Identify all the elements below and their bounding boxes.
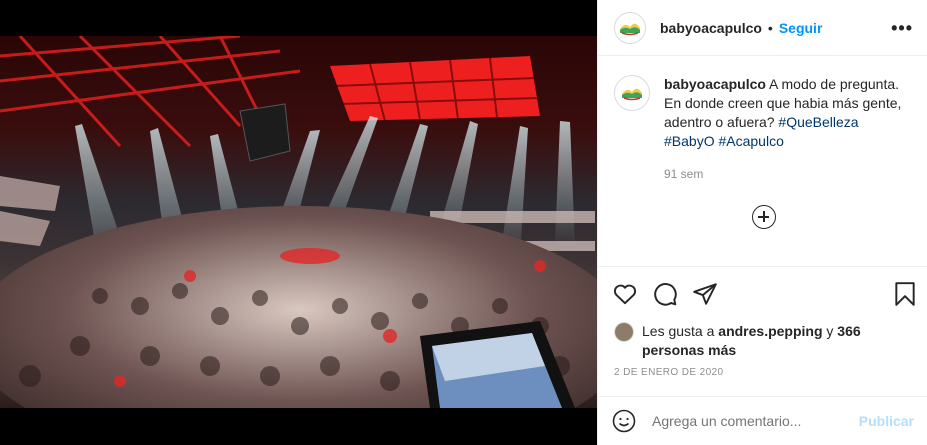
post-photo[interactable] bbox=[0, 36, 597, 408]
comments-section: babyoacapulco A modo de pregunta. En don… bbox=[598, 57, 927, 265]
post-actions bbox=[598, 266, 927, 320]
emoji-icon[interactable] bbox=[612, 409, 636, 433]
likes-connector: y bbox=[826, 323, 834, 339]
post-date[interactable]: 2 DE ENERO DE 2020 bbox=[614, 367, 723, 378]
plus-circle-icon[interactable] bbox=[752, 205, 776, 229]
likes-text: Les gusta a andres.pepping y 366 persona… bbox=[642, 322, 914, 360]
liker-username[interactable]: andres.pepping bbox=[718, 323, 822, 339]
hashtag-babyo[interactable]: #BabyO bbox=[664, 133, 715, 149]
author-username[interactable]: babyoacapulco bbox=[660, 20, 762, 36]
header-separator: • bbox=[767, 19, 773, 36]
more-options-icon[interactable]: ••• bbox=[891, 18, 913, 39]
post-sidebar: babyoacapulco • Seguir ••• babyoacapulco… bbox=[597, 0, 927, 445]
caption-avatar[interactable] bbox=[614, 75, 650, 111]
babyo-logo-icon bbox=[619, 80, 645, 106]
follow-button[interactable]: Seguir bbox=[779, 20, 823, 36]
bookmark-icon[interactable] bbox=[892, 281, 918, 307]
liker-avatar[interactable] bbox=[614, 322, 634, 342]
share-icon[interactable] bbox=[692, 281, 718, 307]
add-comment-bar: Publicar bbox=[598, 396, 927, 445]
caption-text: babyoacapulco A modo de pregunta. En don… bbox=[664, 75, 912, 151]
nightclub-photo bbox=[0, 36, 597, 408]
heart-icon[interactable] bbox=[612, 281, 638, 307]
likes-summary: Les gusta a andres.pepping y 366 persona… bbox=[614, 322, 914, 360]
hashtag-acapulco[interactable]: #Acapulco bbox=[718, 133, 783, 149]
publish-button[interactable]: Publicar bbox=[859, 413, 914, 429]
caption-time[interactable]: 91 sem bbox=[664, 165, 912, 184]
author-avatar[interactable] bbox=[614, 11, 646, 44]
caption-row: babyoacapulco A modo de pregunta. En don… bbox=[614, 75, 912, 184]
comment-icon[interactable] bbox=[652, 281, 678, 307]
post-media-pane bbox=[0, 0, 597, 445]
caption-body: babyoacapulco A modo de pregunta. En don… bbox=[664, 75, 912, 184]
caption-username[interactable]: babyoacapulco bbox=[664, 76, 766, 92]
babyo-logo-icon bbox=[617, 14, 643, 41]
post-header: babyoacapulco • Seguir ••• bbox=[598, 0, 927, 56]
hashtag-quebelleza[interactable]: #QueBelleza bbox=[778, 114, 858, 130]
likes-prefix: Les gusta a bbox=[642, 323, 715, 339]
comment-input[interactable] bbox=[652, 413, 859, 429]
